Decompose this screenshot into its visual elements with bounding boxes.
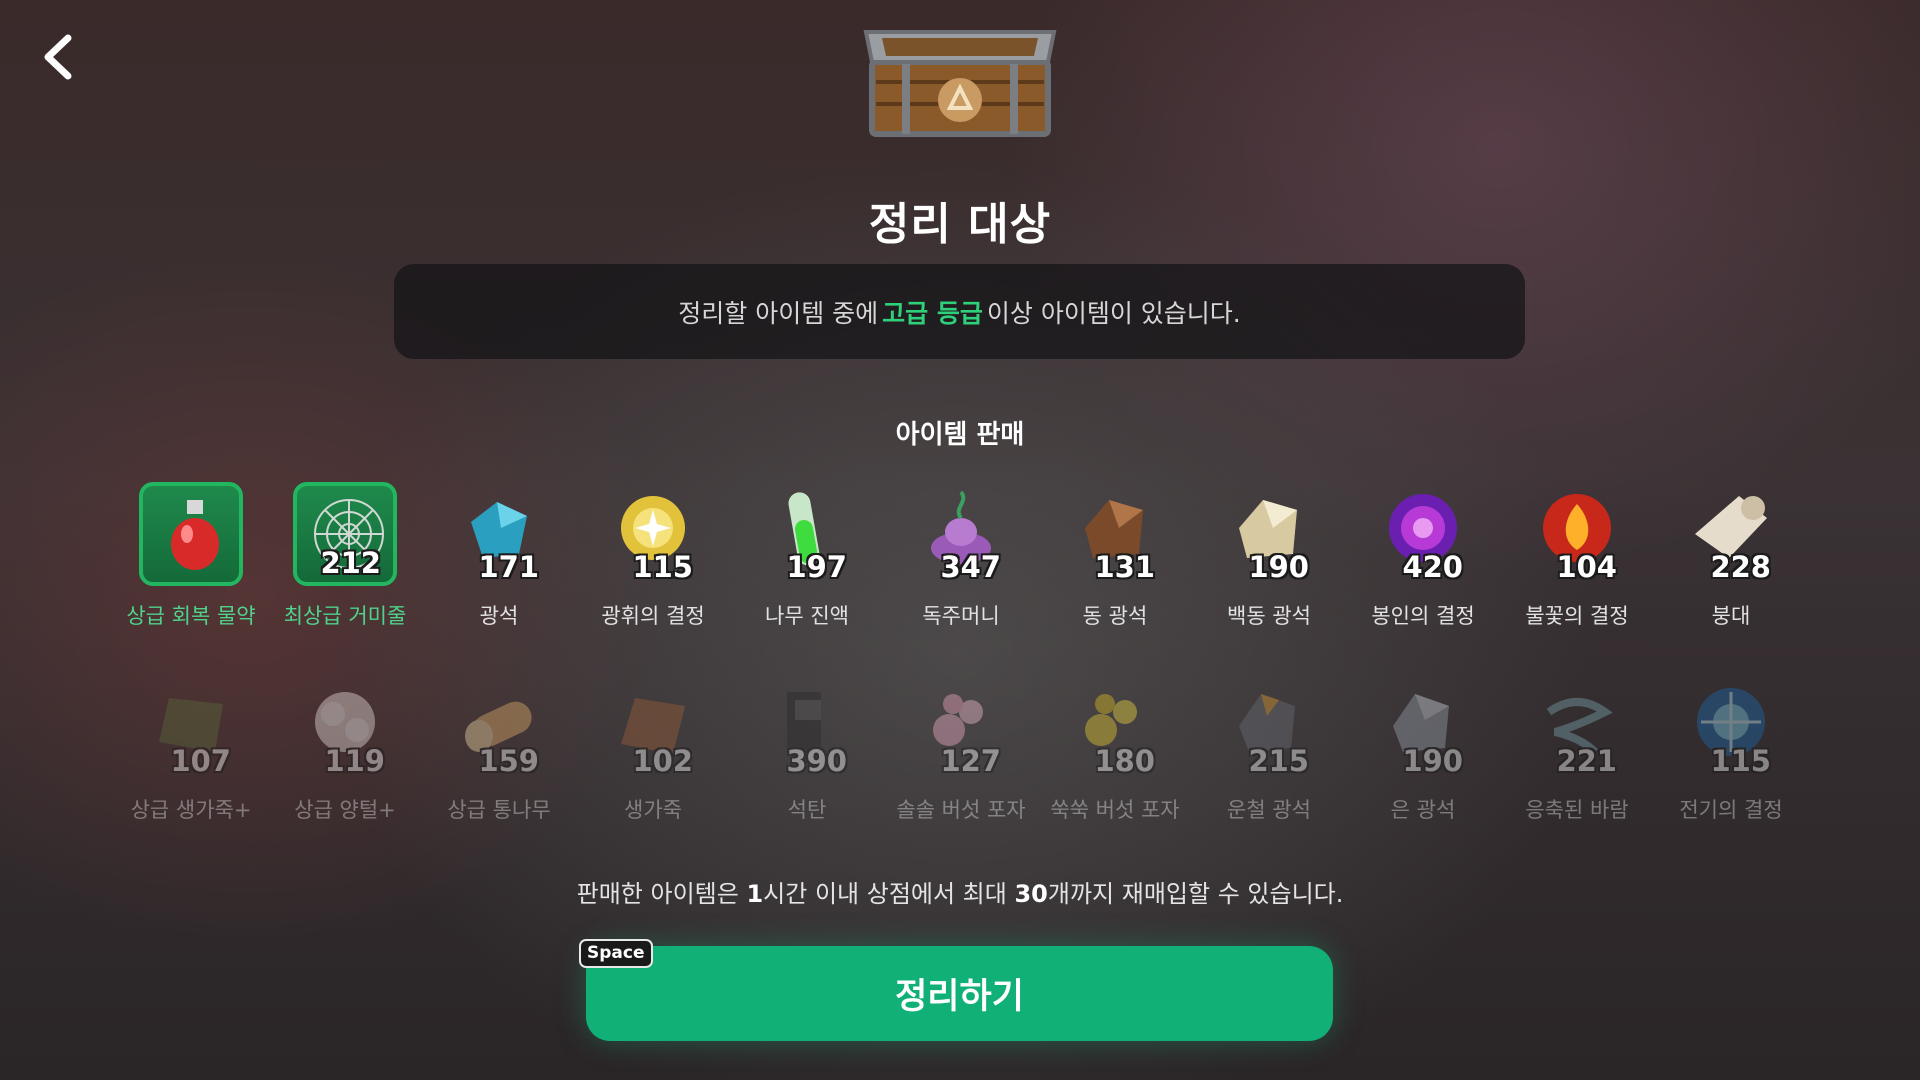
item-count: 107: [170, 744, 231, 778]
item-slot[interactable]: 159 상급 통나무: [422, 672, 576, 822]
item-label: 불꽃의 결정: [1525, 604, 1629, 628]
item-count: 102: [632, 744, 693, 778]
item-slot[interactable]: 131 동 광석: [1038, 478, 1192, 628]
item-slot[interactable]: 115 전기의 결정: [1654, 672, 1808, 822]
item-label: 전기의 결정: [1679, 798, 1783, 822]
chevron-left-icon: [44, 34, 72, 80]
item-slot[interactable]: 215 운철 광석: [1192, 672, 1346, 822]
item-slot[interactable]: 190 백동 광석: [1192, 478, 1346, 628]
item-slot[interactable]: 347 독주머니: [884, 478, 1038, 628]
item-label: 봉인의 결정: [1371, 604, 1475, 628]
item-count: 180: [1094, 744, 1155, 778]
item-label: 은 광석: [1390, 798, 1456, 822]
item-label: 광휘의 결정: [601, 604, 705, 628]
item-count: 127: [940, 744, 1001, 778]
item-slot[interactable]: 420 봉인의 결정: [1346, 478, 1500, 628]
organize-button[interactable]: 정리하기: [586, 946, 1333, 1041]
item-count: 212: [320, 546, 381, 580]
item-count: 190: [1402, 744, 1463, 778]
item-label: 동 광석: [1082, 604, 1148, 628]
item-count: 159: [478, 744, 539, 778]
item-count: 420: [1402, 550, 1463, 584]
back-button[interactable]: [38, 34, 78, 80]
item-label: 석탄: [787, 798, 827, 822]
item-slot[interactable]: 212 최상급 거미줄: [268, 478, 422, 628]
red-potion-icon: [171, 500, 219, 570]
item-count: 104: [1556, 550, 1617, 584]
item-slot[interactable]: 127 솔솔 버섯 포자: [884, 672, 1038, 822]
section-title: 아이템 판매: [895, 420, 1025, 450]
notice-prefix: 정리할 아이템 중에: [678, 298, 879, 328]
item-label: 나무 진액: [765, 604, 849, 628]
rebuy-note: 판매한 아이템은 1시간 이내 상점에서 최대 30개까지 재매입할 수 있습니…: [576, 880, 1344, 908]
item-label: 백동 광석: [1227, 604, 1311, 628]
item-slot[interactable]: 221 응축된 바람: [1500, 672, 1654, 822]
item-label: 상급 통나무: [447, 798, 551, 822]
item-label: 상급 양털+: [294, 798, 396, 822]
item-label: 광석: [479, 604, 519, 628]
item-count: 390: [786, 744, 847, 778]
item-slot[interactable]: 119 상급 양털+: [268, 672, 422, 822]
recycle-chest-icon: [862, 22, 1058, 140]
item-label: 쑥쑥 버섯 포자: [1050, 798, 1180, 822]
notice-suffix: 이상 아이템이 있습니다.: [986, 298, 1241, 328]
item-label: 생가죽: [624, 798, 682, 822]
item-count: 221: [1556, 744, 1617, 778]
item-slot[interactable]: 107 상급 생가죽+: [114, 672, 268, 822]
item-slot[interactable]: 180 쑥쑥 버섯 포자: [1038, 672, 1192, 822]
item-count: 228: [1710, 550, 1771, 584]
item-count: 197: [786, 550, 847, 584]
item-count: 119: [324, 744, 385, 778]
item-slot[interactable]: 상급 회복 물약: [114, 478, 268, 628]
item-slot[interactable]: 104 불꽃의 결정: [1500, 478, 1654, 628]
item-label: 최상급 거미줄: [283, 604, 407, 628]
item-slot[interactable]: 102 생가죽: [576, 672, 730, 822]
item-label: 응축된 바람: [1525, 798, 1629, 822]
item-count: 190: [1248, 550, 1309, 584]
item-slot[interactable]: 171 광석: [422, 478, 576, 628]
item-slot[interactable]: 115 광휘의 결정: [576, 478, 730, 628]
item-label: 붕대: [1711, 604, 1751, 628]
item-count: 171: [478, 550, 539, 584]
item-label: 상급 회복 물약: [126, 604, 256, 628]
space-key-hint: Space: [579, 939, 653, 968]
item-slot[interactable]: 390 석탄: [730, 672, 884, 822]
item-count: 347: [940, 550, 1001, 584]
item-label: 운철 광석: [1227, 798, 1311, 822]
notice-highlight: 고급 등급: [882, 298, 983, 328]
item-count: 115: [1710, 744, 1771, 778]
notice-banner: 정리할 아이템 중에 고급 등급 이상 아이템이 있습니다.: [394, 264, 1525, 359]
item-count: 115: [632, 550, 693, 584]
item-slot[interactable]: 228 붕대: [1654, 478, 1808, 628]
item-label: 상급 생가죽+: [130, 798, 252, 822]
item-label: 솔솔 버섯 포자: [896, 798, 1026, 822]
item-count: 131: [1094, 550, 1155, 584]
page-title: 정리 대상: [868, 199, 1052, 250]
item-slot[interactable]: 190 은 광석: [1346, 672, 1500, 822]
item-slot[interactable]: 197 나무 진액: [730, 478, 884, 628]
item-count: 215: [1248, 744, 1309, 778]
item-label: 독주머니: [922, 604, 1000, 628]
